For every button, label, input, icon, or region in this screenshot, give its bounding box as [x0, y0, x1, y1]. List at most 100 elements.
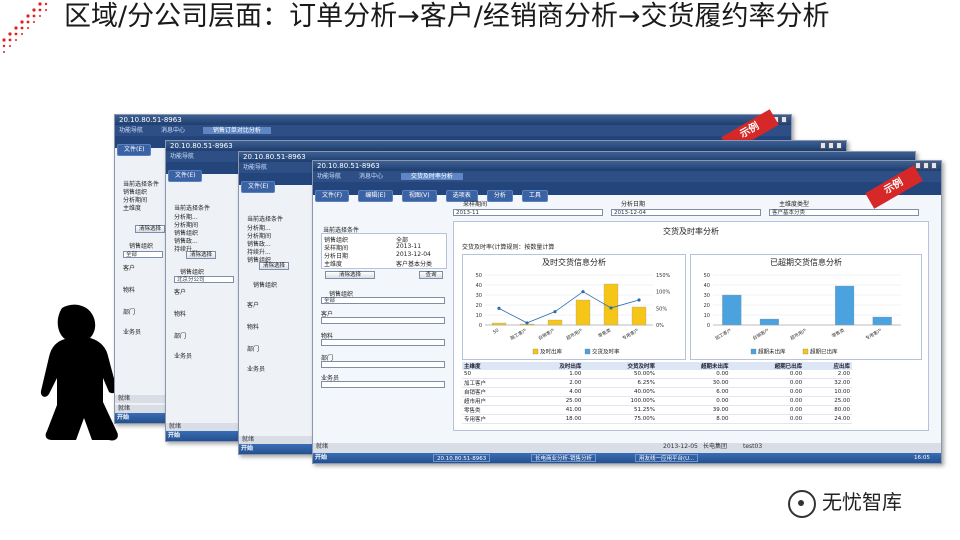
- table-row[interactable]: 加工客户 2.00 6.25% 30.00 0.00 32.00: [462, 378, 852, 388]
- salesperson-input[interactable]: [321, 381, 445, 388]
- sales-org-input[interactable]: 北京分公司: [174, 276, 234, 283]
- table-cell: 6.25%: [583, 378, 657, 388]
- wechat-logo-icon: [788, 489, 816, 518]
- taskbar-item[interactable]: 20.10.80.51-8963: [433, 454, 491, 462]
- filter-date-input[interactable]: 2013-12-04: [611, 209, 761, 216]
- sales-org-input[interactable]: 全部: [123, 251, 163, 258]
- current-conditions-label: 当前选择条件: [247, 216, 284, 223]
- chart-overdue-panel: 已超期交货信息分析 0 10 20 30 40 50 加工客户 自销客户 超市用户 零售类 专用客户…: [690, 254, 922, 360]
- table-row[interactable]: 零售类 41.00 51.25% 39.00 0.00 80.00: [462, 405, 852, 415]
- menu-tools[interactable]: 工具: [521, 190, 548, 202]
- tab-order-compare[interactable]: 销售订单对比分析: [202, 127, 271, 134]
- status-bar: 就绪 2013-12-05 长电集团 test03: [313, 443, 941, 453]
- close-button[interactable]: [836, 142, 842, 149]
- menu-item-nav[interactable]: 功能导航: [317, 173, 341, 180]
- table-header[interactable]: 超期已出库: [730, 362, 805, 370]
- start-button[interactable]: 开始: [315, 454, 327, 462]
- slide-title: 区域/分公司层面：订单分析→客户/经销商分析→交货履约率分析: [64, 1, 830, 32]
- table-cell: 40.00%: [583, 387, 657, 397]
- menu-file[interactable]: 文件(F): [315, 190, 350, 202]
- chart-overdue-delivery: 0 10 20 30 40 50 加工客户 自销客户 超市用户 零售类 专用客户超期未出库 超期已出库: [704, 273, 901, 356]
- sales-org-label: 销售组织: [129, 243, 154, 250]
- table-header[interactable]: 及时出库: [522, 362, 584, 370]
- tab-delivery-rate[interactable]: 交货及时率分析: [400, 173, 463, 180]
- menu-item-nav[interactable]: 功能导航: [243, 164, 267, 171]
- menu-edit[interactable]: 编辑(E): [358, 190, 393, 202]
- table-row[interactable]: 50 1.00 50.00% 0.00 0.00 2.00: [462, 370, 852, 379]
- start-button[interactable]: 开始: [241, 445, 253, 453]
- y-tick-label: 20: [476, 303, 482, 309]
- close-button[interactable]: [781, 116, 787, 123]
- line-point: [637, 298, 641, 302]
- customer-label: 客户: [247, 302, 260, 309]
- filter-label-date: 分析日期: [621, 201, 646, 208]
- filter-dim-input[interactable]: 客户基本分类: [769, 209, 919, 216]
- x-tick-label: 专用客户: [621, 327, 640, 342]
- bar: [547, 319, 563, 326]
- legend-swatch: [802, 348, 809, 355]
- taskbar-clock: 16:05: [914, 455, 930, 461]
- y-tick-label: 0: [479, 323, 482, 329]
- table-header[interactable]: 主维度: [462, 362, 523, 370]
- salesperson-label: 业务员: [247, 366, 266, 373]
- maximize-button[interactable]: [828, 142, 834, 149]
- bar: [722, 294, 742, 326]
- customer-input[interactable]: [321, 317, 445, 324]
- chart-timely-delivery: 0 10 20 30 40 50 0% 50% 100% 150% 50 融工客户 自销客户 超市用户 零售…: [476, 273, 671, 356]
- minimize-button[interactable]: [820, 142, 826, 149]
- filter-period-input[interactable]: 2013-11: [453, 209, 603, 216]
- table-header[interactable]: 交货及时率: [583, 362, 657, 370]
- clear-selection-button[interactable]: 清除选择: [135, 225, 165, 233]
- menu-item-msg[interactable]: 消息中心: [161, 127, 185, 134]
- query-button[interactable]: 查询: [419, 271, 443, 279]
- bar: [631, 306, 647, 326]
- table-row[interactable]: 超市用户 25.00 100.00% 0.00 0.00 25.00: [462, 396, 852, 406]
- y-tick-label: 40: [476, 283, 482, 289]
- sales-org-label: 销售组织: [180, 269, 205, 276]
- table-cell: 0.00: [656, 396, 731, 406]
- clear-selection-button[interactable]: 清除选择: [259, 262, 289, 270]
- table-row[interactable]: 专用客户 18.00 75.00% 8.00 0.00 24.00: [462, 414, 852, 424]
- start-button[interactable]: 开始: [168, 432, 180, 440]
- customer-label: 客户: [123, 265, 136, 272]
- taskbar-item[interactable]: 长电商业分析-销售分析: [531, 454, 596, 462]
- start-button[interactable]: 开始: [117, 414, 129, 422]
- table-cell: 自销客户: [462, 387, 523, 397]
- file-menu[interactable]: 文件(E): [168, 170, 203, 182]
- salesperson-label: 业务员: [174, 353, 193, 360]
- taskbar-item[interactable]: 用友线一应用平台(U...: [635, 454, 699, 462]
- file-menu[interactable]: 文件(E): [241, 181, 276, 193]
- x-tick-label: 零售类: [830, 326, 846, 339]
- table-cell: 80.00: [804, 405, 852, 415]
- clear-selection-button[interactable]: 清除选择: [325, 271, 375, 279]
- department-input[interactable]: [321, 361, 445, 368]
- x-tick-label: 零售类: [597, 326, 613, 339]
- nav-menu-bar: 功能导航 消息中心 销售订单对比分析: [115, 125, 791, 136]
- maximize-button[interactable]: [923, 162, 929, 169]
- menu-item-msg[interactable]: 消息中心: [359, 173, 383, 180]
- y-tick-label: 30: [704, 293, 710, 299]
- menu-view[interactable]: 视图(V): [401, 190, 437, 202]
- material-input[interactable]: [321, 339, 445, 346]
- table-cell: 25.00: [804, 396, 852, 406]
- table-cell: 0.00: [656, 370, 731, 379]
- table-row[interactable]: 自销客户 4.00 40.00% 6.00 0.00 10.00: [462, 387, 852, 397]
- menu-analysis[interactable]: 分析: [486, 190, 513, 202]
- file-menu[interactable]: 文件(E): [117, 144, 152, 156]
- table-header[interactable]: 超期未出库: [656, 362, 731, 370]
- table-cell: 4.00: [522, 387, 584, 397]
- close-button[interactable]: [931, 162, 937, 169]
- y2-tick-label: 100%: [656, 290, 671, 296]
- material-label: 物料: [247, 324, 260, 331]
- watermark: 无忧智库: [788, 486, 902, 518]
- sales-org-input[interactable]: 全部: [321, 297, 445, 304]
- bar: [759, 318, 779, 326]
- table-header[interactable]: 应出库: [804, 362, 852, 370]
- clear-selection-button[interactable]: 清除选择: [186, 251, 216, 259]
- line-point: [609, 306, 613, 310]
- menu-item-nav[interactable]: 功能导航: [119, 127, 143, 134]
- cond-value: 客户基本分类: [396, 261, 433, 268]
- y-tick-label: 20: [704, 303, 710, 309]
- y-tick-label: 10: [704, 313, 710, 319]
- menu-item-nav[interactable]: 功能导航: [170, 153, 194, 160]
